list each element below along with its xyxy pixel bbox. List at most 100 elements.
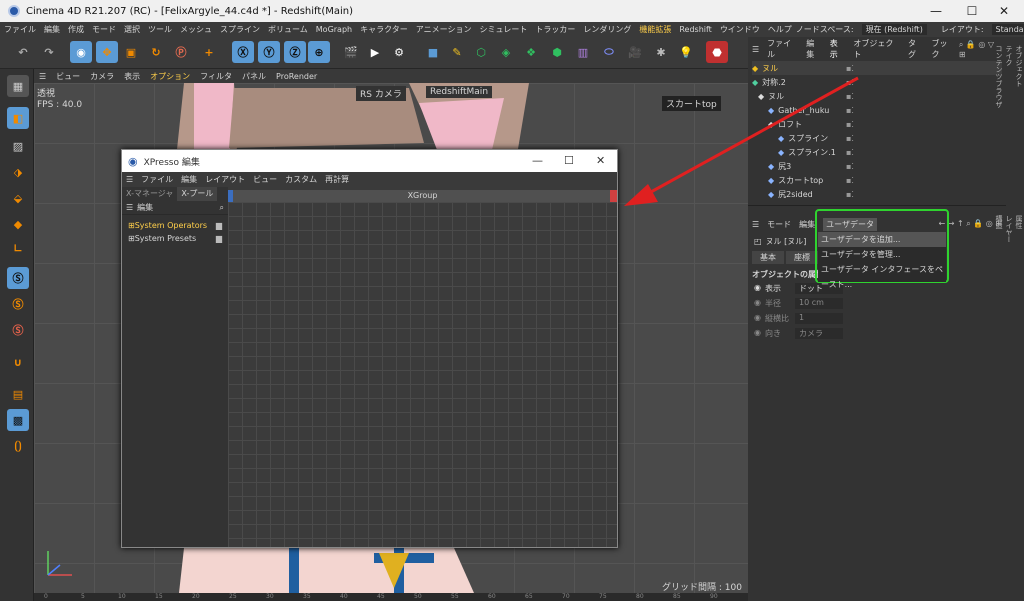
tab-x-manager[interactable]: X-マネージャ [122, 187, 177, 201]
visibility-toggle-icon[interactable]: ▪⁚ [846, 134, 854, 143]
viewport-menu-item[interactable]: カメラ [90, 71, 114, 82]
xpresso-menu-item[interactable]: カスタム [285, 174, 317, 185]
attr-field-value[interactable]: カメラ [794, 328, 843, 339]
object-menu-item[interactable]: 編集 [806, 38, 822, 60]
axis-x-button[interactable]: Ⓧ [232, 41, 254, 63]
visibility-toggle-icon[interactable]: ▪⁚ [846, 64, 854, 73]
side-tab[interactable]: レイヤー [1004, 215, 1014, 243]
menu-item[interactable]: スプライン [220, 24, 260, 35]
visibility-toggle-icon[interactable]: ▪⁚ [846, 190, 854, 199]
menu-item[interactable]: 選択 [124, 24, 140, 35]
recent-tool-icon[interactable]: Ⓟ [170, 41, 192, 63]
model-mode-icon[interactable]: ▦ [7, 75, 29, 97]
fracture-icon[interactable]: ⬢ [546, 41, 568, 63]
object-row[interactable]: ◆ スカートtop ▪⁚ [752, 173, 1002, 187]
move-tool-icon[interactable]: ✥ [96, 41, 118, 63]
undo-icon[interactable]: ↶ [12, 41, 34, 63]
snap-enable-icon[interactable]: Ⓢ [7, 319, 29, 341]
camera-icon[interactable]: 🎥 [624, 41, 646, 63]
pool-menu-icon[interactable]: ☰ [126, 203, 133, 212]
menu-item[interactable]: ファイル [4, 24, 36, 35]
pen-icon[interactable]: ✎ [446, 41, 468, 63]
magnet-icon[interactable]: ∪ [7, 351, 29, 373]
menu-item[interactable]: 機能拡張 [639, 24, 671, 35]
rotate-tool-icon[interactable]: ↻ [145, 41, 167, 63]
xpresso-menu-item[interactable]: ファイル [141, 174, 173, 185]
visibility-toggle-icon[interactable]: ▪⁚ [846, 106, 854, 115]
xpresso-menu-item[interactable]: 再計算 [325, 174, 349, 185]
axis-y-button[interactable]: Ⓨ [258, 41, 280, 63]
object-row[interactable]: ◆ スプライン.1 ▪⁚ [752, 145, 1002, 159]
side-tab[interactable]: テイク [1004, 45, 1014, 108]
viewport-menu-item[interactable]: フィルタ [200, 71, 232, 82]
plus-tool-icon[interactable]: + [198, 41, 220, 63]
menu-item[interactable]: ヘルプ [768, 24, 792, 35]
select-tool-icon[interactable]: ◉ [70, 41, 92, 63]
side-tab[interactable]: オブジェクト [1014, 45, 1024, 108]
attr-field-value[interactable]: 10 cm [794, 298, 843, 309]
object-menu-item[interactable]: ブック [932, 38, 955, 60]
deformer-icon[interactable]: ▥ [572, 41, 594, 63]
side-tab[interactable]: コンテンツブラウザ [994, 45, 1004, 108]
attr-tab-coord[interactable]: 座標 [786, 251, 818, 264]
array-icon[interactable]: ◈ [495, 41, 517, 63]
floor-icon[interactable]: ✱ [650, 41, 672, 63]
object-row[interactable]: ◆ 対称.2 ▪⁚ [752, 75, 1002, 89]
object-menu-icon[interactable]: ☰ [752, 45, 759, 54]
side-tab[interactable]: 構造 [994, 215, 1004, 243]
object-row[interactable]: ◆ ロフト ▪⁚ [752, 117, 1002, 131]
xpresso-menu-item[interactable]: ビュー [253, 174, 277, 185]
xpresso-menu-item[interactable]: 編集 [181, 174, 197, 185]
xgroup-header[interactable]: XGroup [228, 190, 617, 202]
menu-item[interactable]: トラッカー [535, 24, 575, 35]
menu-item[interactable]: 作成 [68, 24, 84, 35]
visibility-toggle-icon[interactable]: ▪⁚ [846, 78, 854, 87]
viewport-menu-item[interactable]: ProRender [276, 72, 317, 81]
render-picture-icon[interactable]: ▶ [364, 41, 386, 63]
userdata-menu-item[interactable]: ユーザデータ インタフェースをペースト... [818, 262, 946, 289]
axis-z-button[interactable]: Ⓩ [284, 41, 306, 63]
cloner-icon[interactable]: ❖ [520, 41, 542, 63]
layout-dropdown[interactable]: Standard2 (ユーザー) [991, 24, 1024, 35]
radio-icon[interactable]: ◉ [754, 328, 761, 339]
attribute-menu-icon[interactable]: ☰ [752, 220, 759, 229]
tab-x-pool[interactable]: X-プール [177, 187, 218, 201]
redshift-render-icon[interactable]: ⬣ [706, 41, 728, 63]
userdata-menu-item[interactable]: ユーザデータを追加... [818, 232, 946, 247]
subdivision-icon[interactable]: ⬡ [470, 41, 492, 63]
visibility-toggle-icon[interactable]: ▪⁚ [846, 120, 854, 129]
xpresso-maximize-button[interactable]: ☐ [564, 154, 574, 167]
pool-search-icon[interactable]: ⌕ [220, 203, 224, 213]
menu-item[interactable]: キャラクター [360, 24, 408, 35]
visibility-toggle-icon[interactable]: ▪⁚ [846, 92, 854, 101]
texture-mode-icon[interactable]: ▨ [7, 135, 29, 157]
scale-tool-icon[interactable]: ▣ [120, 41, 142, 63]
object-row[interactable]: ◆ スプライン ▪⁚ [752, 131, 1002, 145]
menu-item[interactable]: 編集 [44, 24, 60, 35]
xpresso-node-canvas[interactable] [228, 202, 617, 547]
tree-item-system-presets[interactable]: ⊞ System Presets ▆ [128, 232, 222, 245]
xpresso-close-button[interactable]: ✕ [596, 154, 605, 167]
object-row[interactable]: ◆ ヌル ▪⁚ [752, 61, 1002, 75]
workplane-icon[interactable]: ▤ [7, 383, 29, 405]
visibility-toggle-icon[interactable]: ▪⁚ [846, 162, 854, 171]
menu-item[interactable]: メッシュ [180, 24, 212, 35]
menu-item[interactable]: アニメーション [416, 24, 472, 35]
menu-item[interactable]: モード [92, 24, 116, 35]
timeline-ruler[interactable]: 0 5 10 15 20 25 30 35 40 45 50 55 60 65 70 75 80 85 90 [34, 593, 748, 601]
menu-item[interactable]: ウインドウ [720, 24, 760, 35]
axis-mode-icon[interactable]: ∟ [7, 237, 29, 259]
render-view-icon[interactable]: 🎬 [340, 41, 362, 63]
attr-menu-edit[interactable]: 編集 [799, 219, 815, 230]
menu-item[interactable]: ツール [148, 24, 172, 35]
object-row[interactable]: ◆ 尻3 ▪⁚ [752, 159, 1002, 173]
menu-item[interactable]: レンダリング [583, 24, 631, 35]
userdata-menu-item[interactable]: ユーザデータを管理... [818, 247, 946, 262]
pool-edit-label[interactable]: 編集 [137, 202, 153, 213]
rs-camera-dropdown[interactable]: RS カメラ [356, 86, 406, 101]
xpresso-menu-icon[interactable]: ☰ [126, 175, 133, 184]
snap-icon[interactable]: Ⓢ [7, 267, 29, 289]
render-settings-icon[interactable]: ⚙ [388, 41, 410, 63]
radio-icon[interactable]: ◉ [754, 283, 761, 294]
xgroup-close-icon[interactable] [610, 190, 617, 202]
